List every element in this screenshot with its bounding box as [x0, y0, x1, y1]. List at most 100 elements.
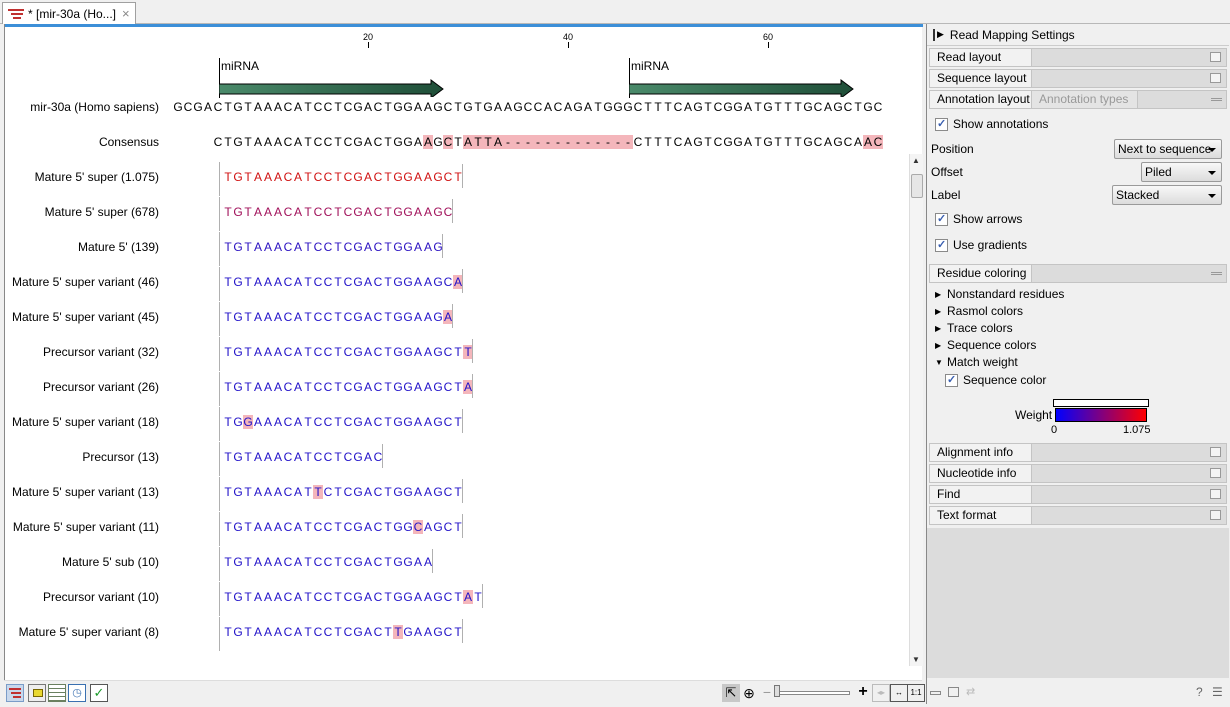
sequence-color-checkbox[interactable]: Sequence color [945, 373, 1046, 387]
collapse-section-icon[interactable] [1211, 98, 1222, 101]
checkbox-checked-icon[interactable] [935, 212, 948, 226]
tree-trace-colors[interactable]: ▶ Trace colors [935, 321, 1013, 335]
tab-annotation-layout[interactable]: Annotation layout [930, 91, 1032, 108]
section-title[interactable]: Sequence layout [930, 70, 1032, 87]
section-nucleotide-info[interactable]: Nucleotide info [929, 464, 1227, 483]
use-gradients-checkbox[interactable]: Use gradients [935, 238, 1027, 252]
read-boundary [219, 372, 220, 406]
nucleotide: T [244, 625, 252, 639]
offset-select[interactable]: Piled [1141, 162, 1222, 182]
expand-section-icon[interactable] [1210, 52, 1221, 62]
scrollbar-thumb[interactable] [911, 174, 923, 198]
expand-section-icon[interactable] [1210, 510, 1221, 520]
tree-label: Nonstandard residues [947, 287, 1065, 301]
section-title[interactable]: Text format [930, 507, 1032, 524]
section-residue-coloring[interactable]: Residue coloring [929, 264, 1227, 283]
scroll-up-icon[interactable]: ▲ [912, 156, 920, 165]
position-select[interactable]: Next to sequence [1114, 139, 1222, 159]
nucleotide: C [343, 100, 353, 114]
zoom-slider[interactable] [774, 691, 850, 695]
scroll-down-icon[interactable]: ▼ [912, 655, 920, 664]
section-title[interactable]: Residue coloring [930, 265, 1032, 282]
vertical-scrollbar[interactable]: ▲ ▼ [909, 154, 923, 666]
nucleotide: A [413, 555, 422, 569]
section-read-layout[interactable]: Read layout [929, 48, 1227, 67]
tree-sequence-colors[interactable]: ▶ Sequence colors [935, 338, 1036, 352]
nucleotide: G [393, 380, 403, 394]
expand-section-icon[interactable] [1210, 468, 1221, 478]
expand-arrow-icon[interactable]: ▶ [935, 307, 943, 316]
panel-header[interactable]: ▶ Read Mapping Settings [927, 24, 1229, 46]
collapse-section-icon[interactable] [1211, 272, 1222, 275]
dock-icon[interactable]: ⇄ [966, 685, 975, 698]
nucleotide: C [323, 205, 333, 219]
read-mapping-view-icon[interactable] [6, 684, 24, 702]
nucleotide: A [823, 135, 832, 149]
zoom-slider-handle[interactable] [774, 685, 780, 697]
history-icon[interactable]: ◷ [68, 684, 86, 702]
show-arrows-checkbox[interactable]: Show arrows [935, 212, 1022, 226]
help-icon[interactable]: ? [1196, 685, 1203, 699]
expand-arrow-icon[interactable]: ▶ [935, 324, 943, 333]
fit-selection-icon[interactable]: ◂▸ [872, 684, 890, 702]
label-select[interactable]: Stacked [1112, 185, 1222, 205]
tab-annotation-types[interactable]: Annotation types [1032, 91, 1138, 108]
nucleotide: T [304, 590, 312, 604]
editor-tab[interactable]: * [mir-30a (Ho...] × [2, 2, 136, 24]
nucleotide: C [323, 450, 333, 464]
nucleotide: A [413, 170, 422, 184]
tree-nonstandard-residues[interactable]: ▶ Nonstandard residues [935, 287, 1064, 301]
nucleotide: C [813, 135, 823, 149]
section-title[interactable]: Nucleotide info [930, 465, 1032, 482]
expand-section-icon[interactable] [1210, 447, 1221, 457]
pointer-mode-icon[interactable]: ⇱ [722, 684, 740, 702]
zoom-100-icon[interactable]: 1:1 [907, 684, 925, 702]
nucleotide: G [803, 100, 813, 114]
nucleotide: C [873, 100, 883, 114]
tree-rasmol-colors[interactable]: ▶ Rasmol colors [935, 304, 1023, 318]
section-title[interactable]: Read layout [930, 49, 1032, 66]
zoom-in-mode-icon[interactable]: ⊕ [740, 684, 758, 702]
section-title[interactable]: Find [930, 486, 1032, 503]
nucleotide: T [393, 625, 403, 639]
table-arrow-icon[interactable] [28, 684, 46, 702]
nucleotide: C [373, 380, 383, 394]
nucleotide: C [443, 275, 453, 289]
nucleotide: C [283, 415, 293, 429]
section-text-format[interactable]: Text format [929, 506, 1227, 525]
section-sequence-layout[interactable]: Sequence layout [929, 69, 1227, 88]
table-view-icon[interactable] [48, 684, 66, 702]
panel-menu-icon[interactable]: ☰ [1212, 685, 1223, 699]
expand-all-icon[interactable] [948, 687, 959, 697]
checkbox-checked-icon[interactable] [935, 117, 948, 131]
checkbox-checked-icon[interactable] [945, 373, 958, 387]
expand-arrow-icon[interactable]: ▶ [935, 341, 943, 350]
collapse-all-icon[interactable] [930, 691, 941, 695]
nucleotide: T [304, 520, 312, 534]
expand-section-icon[interactable] [1210, 489, 1221, 499]
section-alignment-info[interactable]: Alignment info [929, 443, 1227, 462]
annotation-arrow[interactable] [629, 79, 855, 97]
read-boundary [219, 512, 220, 546]
gradient-handle-bar[interactable] [1053, 399, 1149, 407]
show-annotations-checkbox[interactable]: Show annotations [935, 117, 1048, 131]
nucleotide: G [603, 100, 613, 114]
zoom-in-icon[interactable]: + [854, 684, 872, 702]
annotation-arrow[interactable] [219, 79, 445, 97]
collapse-panel-icon[interactable]: ▶ [937, 29, 944, 40]
weight-min: 0 [1051, 424, 1058, 436]
tree-match-weight[interactable]: ▼ Match weight [935, 355, 1018, 369]
checkbox-checked-icon[interactable] [935, 238, 948, 252]
collapse-arrow-icon[interactable]: ▼ [935, 358, 943, 367]
section-annotation-layout[interactable]: Annotation layout Annotation types [929, 90, 1227, 109]
nucleotide: G [733, 100, 743, 114]
expand-section-icon[interactable] [1210, 73, 1221, 83]
section-title[interactable]: Alignment info [930, 444, 1032, 461]
expand-arrow-icon[interactable]: ▶ [935, 290, 943, 299]
section-find[interactable]: Find [929, 485, 1227, 504]
nucleotide: A [263, 240, 272, 254]
fit-width-icon[interactable]: ↔ [890, 684, 908, 702]
checklist-icon[interactable]: ✓ [90, 684, 108, 702]
close-icon[interactable]: × [122, 6, 130, 21]
nucleotide: G [483, 100, 493, 114]
